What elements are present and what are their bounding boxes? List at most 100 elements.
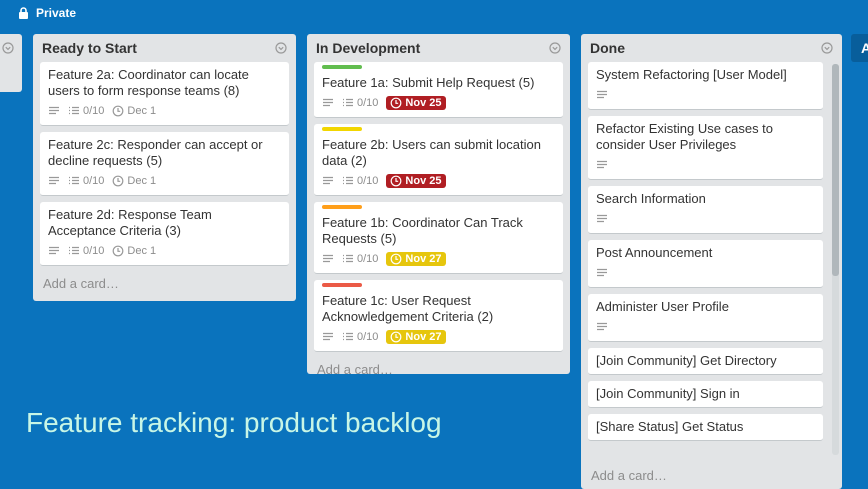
card-badges (596, 86, 815, 104)
description-icon (49, 246, 59, 255)
checklist-badge: 0/10 (68, 245, 104, 257)
clock-icon (113, 105, 124, 117)
clock-icon (391, 175, 402, 187)
card-badges: 0/10 Dec 1 (48, 172, 281, 190)
description-icon (597, 322, 607, 331)
visibility-toggle[interactable]: Private (18, 6, 76, 20)
card[interactable]: Feature 1a: Submit Help Request (5) 0/10… (314, 62, 563, 118)
description-icon (323, 176, 333, 185)
card-badges: 0/10 Nov 27 (322, 328, 555, 346)
due-date: Nov 27 (405, 331, 442, 343)
clock-icon (391, 97, 402, 109)
card[interactable]: Administer User Profile (588, 294, 823, 342)
card-title: Feature 2a: Coordinator can locate users… (48, 67, 249, 98)
list-title[interactable]: Done (590, 40, 625, 56)
list-header: In Development (307, 34, 570, 62)
card-badges (596, 318, 815, 336)
card-badges: 0/10 Dec 1 (48, 102, 281, 120)
card-label-yellow (322, 127, 362, 131)
due-date-badge: Nov 25 (386, 96, 446, 110)
card-title: [Share Status] Get Status (596, 419, 744, 434)
due-date-badge: Nov 27 (386, 252, 446, 266)
checklist-badge: 0/10 (342, 175, 378, 187)
card[interactable]: Feature 1b: Coordinator Can Track Reques… (314, 202, 563, 274)
card-title: [Join Community] Sign in (596, 386, 740, 401)
list-in-development: In Development Feature 1a: Submit Help R… (307, 34, 570, 377)
list-menu-icon[interactable] (2, 42, 14, 54)
checklist-icon (343, 98, 353, 107)
checklist-icon (69, 176, 79, 185)
done-card-list[interactable]: System Refactoring [User Model] Refactor… (581, 62, 842, 450)
card[interactable]: System Refactoring [User Model] (588, 62, 823, 110)
previous-list-stub[interactable] (0, 34, 22, 92)
card-title: Feature 2c: Responder can accept or decl… (48, 137, 263, 168)
list-title[interactable]: In Development (316, 40, 420, 56)
visibility-label: Private (36, 6, 77, 20)
due-date-badge: Dec 1 (112, 175, 156, 187)
checklist-count: 0/10 (357, 253, 379, 265)
checklist-badge: 0/10 (68, 105, 104, 117)
due-date: Nov 25 (405, 175, 442, 187)
card[interactable]: Feature 2b: Users can submit location da… (314, 124, 563, 196)
add-list-button[interactable]: A (851, 34, 868, 62)
add-card-button[interactable]: Add a card… (33, 272, 296, 297)
description-icon (597, 268, 607, 277)
description-icon (597, 90, 607, 99)
card-label-green (322, 65, 362, 69)
list-menu-icon[interactable] (275, 42, 287, 54)
card-title: Refactor Existing Use cases to consider … (596, 121, 774, 152)
due-date-badge: Dec 1 (112, 245, 156, 257)
card[interactable]: [Share Status] Get Status (588, 414, 823, 441)
card[interactable]: Post Announcement (588, 240, 823, 288)
scrollbar-thumb[interactable] (832, 64, 839, 276)
description-icon (597, 160, 607, 169)
checklist-icon (69, 246, 79, 255)
scrollbar[interactable] (832, 64, 839, 455)
description-icon (323, 98, 333, 107)
lock-icon (19, 7, 28, 19)
card[interactable]: Feature 2c: Responder can accept or decl… (40, 132, 289, 196)
checklist-badge: 0/10 (342, 331, 378, 343)
checklist-icon (343, 176, 353, 185)
due-date: Dec 1 (127, 245, 157, 257)
card-badges (596, 210, 815, 228)
list-title[interactable]: Ready to Start (42, 40, 137, 56)
card-badges: 0/10 Nov 27 (322, 250, 555, 268)
description-icon (323, 332, 333, 341)
card-title: System Refactoring [User Model] (596, 67, 787, 82)
card-title: Feature 1b: Coordinator Can Track Reques… (322, 215, 523, 246)
clock-icon (391, 253, 402, 265)
clock-icon (113, 245, 124, 257)
checklist-count: 0/10 (83, 245, 105, 257)
card-title: Search Information (596, 191, 706, 206)
card-badges: 0/10 Dec 1 (48, 242, 281, 260)
checklist-badge: 0/10 (342, 97, 378, 109)
card-title: Administer User Profile (596, 299, 729, 314)
card[interactable]: Search Information (588, 186, 823, 234)
card-title: Post Announcement (596, 245, 713, 260)
add-card-button[interactable]: Add a card… (307, 358, 570, 383)
slide-caption: Feature tracking: product backlog (26, 407, 442, 438)
card[interactable]: Refactor Existing Use cases to consider … (588, 116, 823, 180)
card[interactable]: Feature 1c: User Request Acknowledgement… (314, 280, 563, 352)
due-date-badge: Nov 27 (386, 330, 446, 344)
due-date: Dec 1 (127, 105, 157, 117)
list-menu-icon[interactable] (821, 42, 833, 54)
description-icon (323, 254, 333, 263)
checklist-count: 0/10 (357, 331, 379, 343)
due-date: Nov 27 (405, 253, 442, 265)
card-label-orange (322, 205, 362, 209)
description-icon (597, 214, 607, 223)
list-menu-icon[interactable] (549, 42, 561, 54)
due-date: Nov 25 (405, 97, 442, 109)
add-card-button[interactable]: Add a card… (581, 464, 842, 489)
list-ready-to-start: Ready to Start Feature 2a: Coordinator c… (33, 34, 296, 301)
card[interactable]: [Join Community] Get Directory (588, 348, 823, 375)
card[interactable]: Feature 2a: Coordinator can locate users… (40, 62, 289, 126)
card[interactable]: [Join Community] Sign in (588, 381, 823, 408)
card-title: Feature 1c: User Request Acknowledgement… (322, 293, 494, 324)
list-header: Ready to Start (33, 34, 296, 62)
clock-icon (113, 175, 124, 187)
card-badges (596, 264, 815, 282)
card[interactable]: Feature 2d: Response Team Acceptance Cri… (40, 202, 289, 266)
